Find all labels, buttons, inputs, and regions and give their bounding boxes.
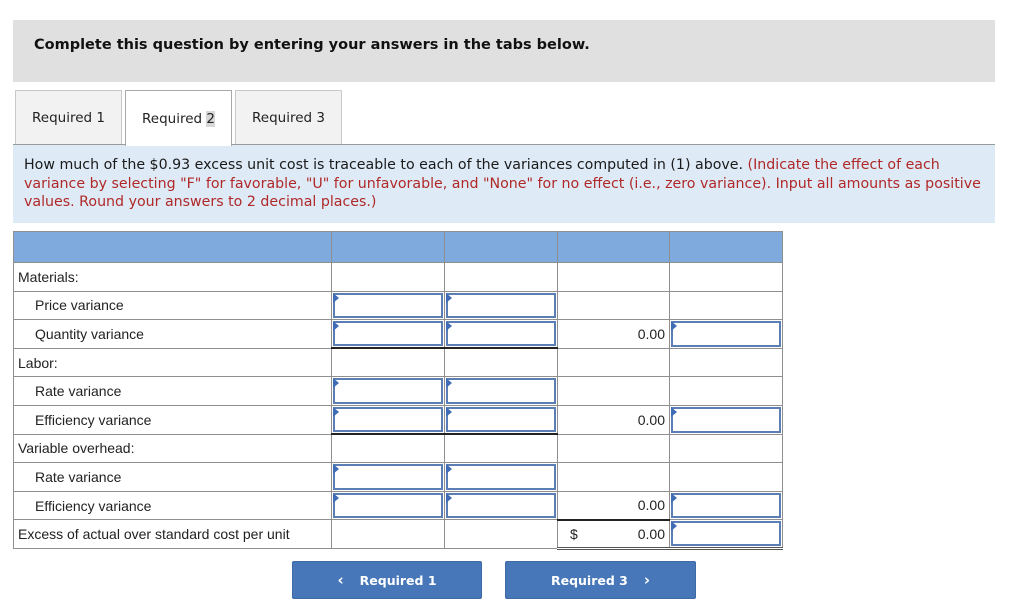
- table-row: Quantity variance 0.00: [13, 319, 783, 350]
- input-flag-icon: [671, 492, 677, 503]
- effect-select[interactable]: [444, 290, 558, 321]
- chevron-right-icon: ›: [643, 571, 651, 589]
- subtotal-effect-select[interactable]: [669, 490, 783, 521]
- input-flag-icon: [333, 492, 339, 503]
- banner-text: Complete this question by entering your …: [34, 37, 590, 53]
- table-row: Materials:: [13, 262, 783, 292]
- next-button-label: Required 3: [550, 572, 628, 588]
- effect-select[interactable]: [444, 404, 558, 436]
- amount-input[interactable]: [331, 290, 445, 321]
- header-cell: [13, 231, 332, 263]
- row-label: Rate variance: [13, 376, 332, 406]
- input-flag-icon: [446, 464, 452, 475]
- row-label: Efficiency variance: [13, 404, 332, 435]
- variance-table: Materials: Price variance Quantity varia…: [13, 231, 783, 550]
- section-label: Materials:: [13, 262, 332, 292]
- header-cell: [331, 231, 445, 263]
- input-flag-icon: [446, 292, 452, 303]
- currency-symbol: $: [570, 525, 578, 542]
- row-label: Efficiency variance: [13, 490, 332, 521]
- chevron-left-icon: ‹: [337, 571, 344, 589]
- question-text: How much of the $0.93 excess unit cost i…: [24, 157, 744, 173]
- table-row: Variable overhead:: [13, 433, 783, 464]
- subtotal-value: 0.00: [557, 490, 670, 521]
- input-flag-icon: [333, 321, 339, 332]
- total-value: 0.00: [637, 525, 665, 542]
- prev-button-label: Required 1: [359, 572, 437, 588]
- amount-input[interactable]: [331, 490, 445, 521]
- next-required-3-button[interactable]: Required 3 ›: [505, 561, 696, 599]
- table-row: Rate variance: [13, 462, 783, 492]
- question-panel: How much of the $0.93 excess unit cost i…: [13, 145, 995, 223]
- input-flag-icon: [446, 378, 452, 389]
- section-label: Labor:: [13, 347, 332, 378]
- instructions-banner: Complete this question by entering your …: [13, 20, 995, 82]
- input-flag-icon: [446, 321, 452, 332]
- subtotal-effect-select[interactable]: [669, 404, 783, 435]
- total-value-cell: $0.00: [557, 518, 670, 550]
- total-effect-select[interactable]: [669, 519, 783, 550]
- header-cell: [669, 231, 783, 263]
- input-flag-icon: [333, 378, 339, 389]
- tab-label: Required 2: [142, 110, 215, 127]
- tab-label: Required 1: [32, 110, 105, 126]
- section-label: Variable overhead:: [13, 433, 332, 464]
- subtotal-value: 0.00: [557, 404, 670, 435]
- prev-required-1-button[interactable]: ‹ Required 1: [292, 561, 482, 599]
- row-label: Quantity variance: [13, 319, 332, 349]
- input-flag-icon: [333, 464, 339, 475]
- effect-select[interactable]: [444, 462, 558, 492]
- table-row: Rate variance: [13, 376, 783, 406]
- tab-required-2[interactable]: Required 2: [125, 90, 232, 146]
- table-row: Efficiency variance 0.00: [13, 404, 783, 436]
- input-flag-icon: [333, 406, 339, 417]
- effect-select[interactable]: [444, 490, 558, 521]
- tab-label: Required 3: [252, 110, 325, 126]
- effect-select[interactable]: [444, 376, 558, 406]
- table-row: Efficiency variance 0.00: [13, 490, 783, 521]
- input-flag-icon: [671, 321, 677, 332]
- subtotal-effect-select[interactable]: [669, 319, 783, 349]
- subtotal-value: 0.00: [557, 319, 670, 349]
- amount-input[interactable]: [331, 319, 445, 350]
- total-row: Excess of actual over standard cost per …: [13, 518, 783, 550]
- amount-input[interactable]: [331, 462, 445, 492]
- table-row: Price variance: [13, 290, 783, 321]
- header-cell: [557, 231, 670, 263]
- header-cell: [444, 231, 558, 263]
- input-flag-icon: [671, 521, 677, 532]
- table-row: Labor:: [13, 347, 783, 378]
- table-header-row: [13, 231, 783, 263]
- row-label: Rate variance: [13, 462, 332, 492]
- effect-select[interactable]: [444, 319, 558, 350]
- tab-label-prefix: Required: [142, 110, 207, 127]
- row-label: Price variance: [13, 290, 332, 321]
- input-flag-icon: [446, 492, 452, 503]
- input-flag-icon: [446, 406, 452, 417]
- tab-required-3[interactable]: Required 3: [235, 90, 342, 145]
- tab-label-number: 2: [206, 110, 215, 127]
- amount-input[interactable]: [331, 404, 445, 436]
- input-flag-icon: [671, 406, 677, 417]
- total-label: Excess of actual over standard cost per …: [13, 519, 332, 549]
- amount-input[interactable]: [331, 376, 445, 406]
- input-flag-icon: [333, 292, 339, 303]
- tab-required-1[interactable]: Required 1: [15, 90, 122, 145]
